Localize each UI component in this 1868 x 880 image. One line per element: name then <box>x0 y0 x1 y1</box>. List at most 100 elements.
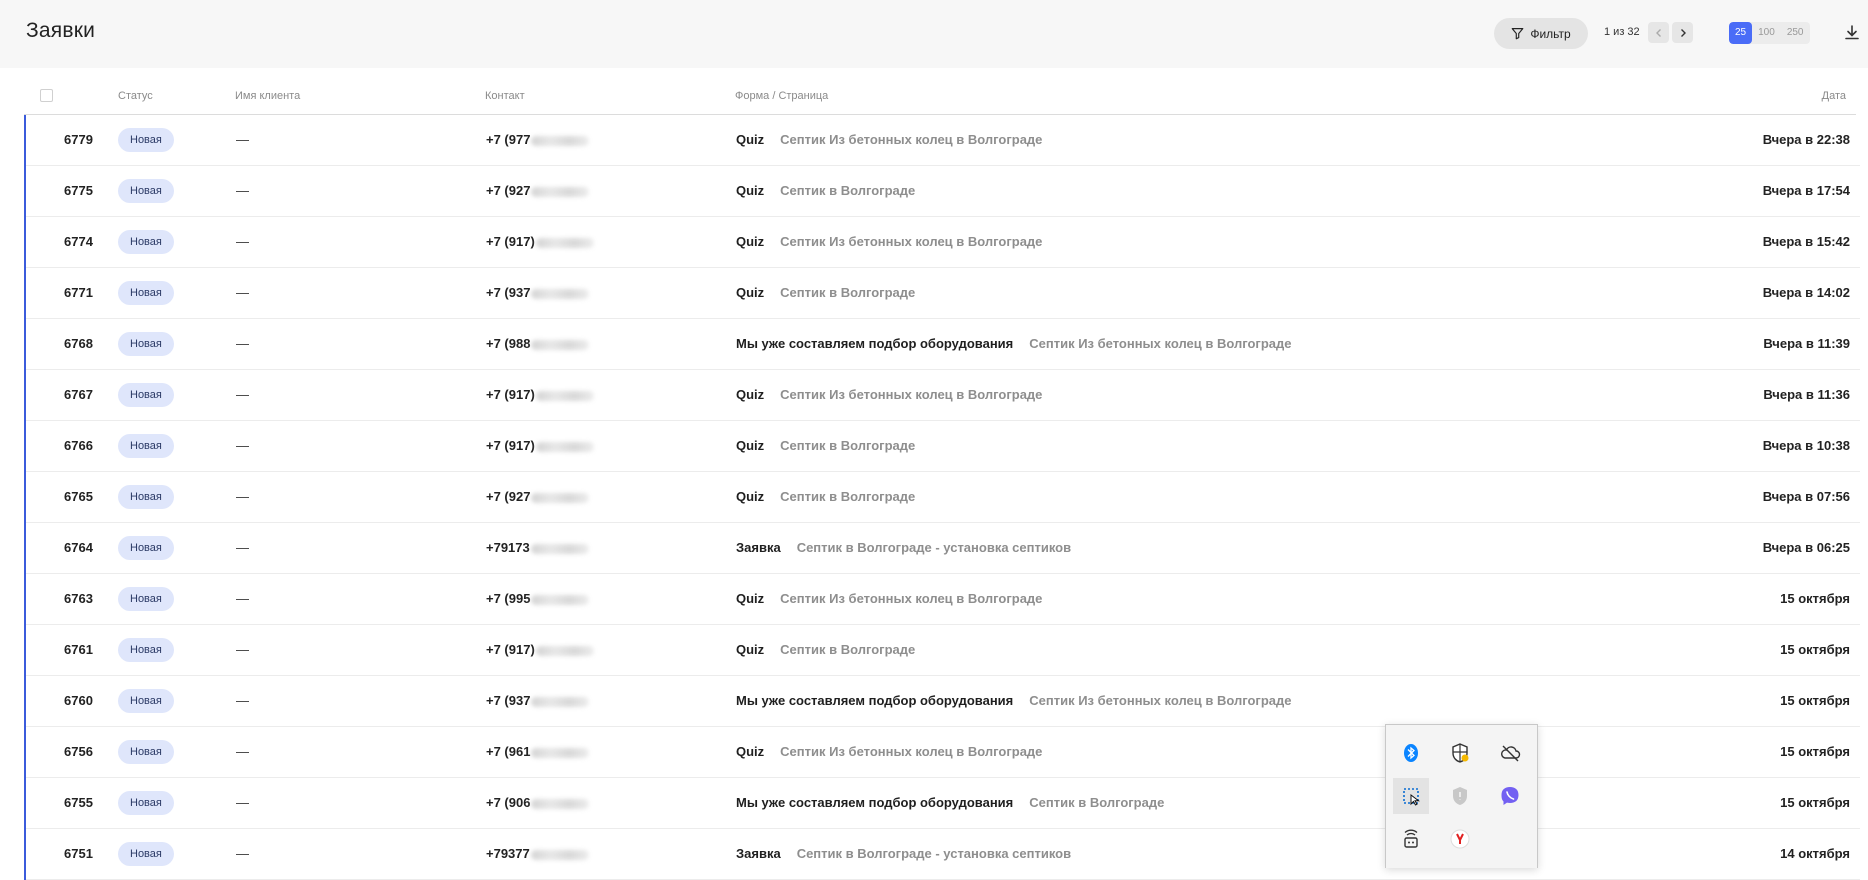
form-page: Quiz Септик Из бетонных колец в Волгоград… <box>736 727 1042 777</box>
table-row[interactable]: 6760 Новая — +7 (937 Мы уже составляем подбо… <box>26 676 1860 727</box>
table-row[interactable]: 6766 Новая — +7 (917) Quiz Септик в Волгоград… <box>26 421 1860 472</box>
column-client[interactable]: Имя клиента <box>235 90 300 102</box>
defender-icon[interactable] <box>1442 735 1478 771</box>
table-row[interactable]: 6761 Новая — +7 (917) Quiz Септик в Волгоград… <box>26 625 1860 676</box>
form-page: Quiz Септик Из бетонных колец в Волгоград… <box>736 574 1042 624</box>
form-page: Мы уже составляем подбор оборудования Сеп… <box>736 676 1292 726</box>
column-form[interactable]: Форма / Страница <box>735 90 828 102</box>
form-name: Мы уже составляем подбор оборудования <box>736 336 1014 351</box>
table-row[interactable]: 6751 Новая — +79377 Заявка Септик в Волгоград… <box>26 829 1860 880</box>
table-row[interactable]: 6768 Новая — +7 (988 Мы уже составляем подбо… <box>26 319 1860 370</box>
status-badge[interactable]: Новая <box>118 179 174 203</box>
viber-icon[interactable] <box>1492 778 1528 814</box>
status-badge[interactable]: Новая <box>118 485 174 509</box>
chevron-right-icon <box>1680 28 1686 37</box>
contact-phone: +7 (917) <box>486 217 594 267</box>
client-name: — <box>236 285 249 300</box>
bluetooth-icon[interactable] <box>1393 735 1429 771</box>
phone-redacted <box>531 747 590 758</box>
phone-visible: +7 (927 <box>486 489 531 504</box>
form-name: Заявка <box>736 540 781 555</box>
row-id: 6774 <box>64 234 93 249</box>
table-header: Статус Имя клиента Контакт Форма / Стран… <box>24 82 1856 115</box>
table-row[interactable]: 6765 Новая — +7 (927 Quiz Септик в Волгограде… <box>26 472 1860 523</box>
onedrive-icon[interactable] <box>1492 735 1528 771</box>
status-badge[interactable]: Новая <box>118 536 174 560</box>
status-badge[interactable]: Новая <box>118 332 174 356</box>
form-page: Заявка Септик в Волгограде - установка се… <box>736 829 1071 879</box>
client-name: — <box>236 846 249 861</box>
download-icon[interactable] <box>1843 24 1861 42</box>
table-row[interactable]: 6763 Новая — +7 (995 Quiz Септик Из бетонных … <box>26 574 1860 625</box>
contact-phone: +7 (906 <box>486 778 590 828</box>
filter-label: Фильтр <box>1530 26 1571 41</box>
page-name: Септик в Волгограде - установка септиков <box>796 846 1072 861</box>
yandex-browser-icon[interactable] <box>1442 821 1478 857</box>
snipping-tool-icon[interactable] <box>1393 778 1429 814</box>
client-name: — <box>236 795 249 810</box>
row-id: 6779 <box>64 132 93 147</box>
client-name: — <box>236 438 249 453</box>
phone-visible: +7 (937 <box>486 693 531 708</box>
system-tray-overflow <box>1385 724 1538 868</box>
client-name: — <box>236 132 249 147</box>
status-badge[interactable]: Новая <box>118 383 174 407</box>
page-size-selector: 25 100 250 <box>1729 22 1810 44</box>
prev-page-button[interactable] <box>1648 22 1669 43</box>
phone-redacted <box>531 186 590 197</box>
table-row[interactable]: 6779 Новая — +7 (977 Quiz Септик Из бетонных … <box>26 115 1860 166</box>
row-date: Вчера в 10:38 <box>1762 438 1850 453</box>
phone-redacted <box>531 339 590 350</box>
phone-redacted <box>531 492 590 503</box>
client-name: — <box>236 642 249 657</box>
phone-visible: +7 (927 <box>486 183 531 198</box>
contact-phone: +79377 <box>486 829 589 879</box>
row-date: 14 октября <box>1780 846 1850 861</box>
status-badge[interactable]: Новая <box>118 791 174 815</box>
form-name: Quiz <box>736 438 765 453</box>
page-name: Септик Из бетонных колец в Волгограде <box>1029 693 1292 708</box>
select-all-checkbox[interactable] <box>40 89 53 102</box>
page-size-250[interactable]: 250 <box>1781 22 1810 44</box>
table-row[interactable]: 6764 Новая — +79173 Заявка Септик в Волгоград… <box>26 523 1860 574</box>
table-row[interactable]: 6756 Новая — +7 (961 Quiz Септик Из бетонных … <box>26 727 1860 778</box>
table-row[interactable]: 6755 Новая — +7 (906 Мы уже составляем подбо… <box>26 778 1860 829</box>
table-row[interactable]: 6774 Новая — +7 (917) Quiz Септик Из бетонных… <box>26 217 1860 268</box>
filter-button[interactable]: Фильтр <box>1494 18 1588 49</box>
contact-phone: +7 (961 <box>486 727 590 777</box>
page-name: Септик в Волгограде - установка септиков <box>796 540 1072 555</box>
page-size-100[interactable]: 100 <box>1752 22 1781 44</box>
row-date: Вчера в 14:02 <box>1762 285 1850 300</box>
next-page-button[interactable] <box>1672 22 1693 43</box>
column-contact[interactable]: Контакт <box>485 90 525 102</box>
status-badge[interactable]: Новая <box>118 740 174 764</box>
status-badge[interactable]: Новая <box>118 230 174 254</box>
form-name: Мы уже составляем подбор оборудования <box>736 795 1014 810</box>
status-badge[interactable]: Новая <box>118 434 174 458</box>
network-device-icon[interactable] <box>1393 821 1429 857</box>
phone-redacted <box>531 798 590 809</box>
form-name: Quiz <box>736 285 765 300</box>
page-size-25[interactable]: 25 <box>1729 22 1753 44</box>
row-date: 15 октября <box>1780 744 1850 759</box>
contact-phone: +7 (927 <box>486 472 590 522</box>
status-badge[interactable]: Новая <box>118 128 174 152</box>
table-row[interactable]: 6775 Новая — +7 (927 Quiz Септик в Волгограде… <box>26 166 1860 217</box>
column-date[interactable]: Дата <box>1822 90 1846 102</box>
form-name: Quiz <box>736 744 765 759</box>
table-row[interactable]: 6771 Новая — +7 (937 Quiz Септик в Волгограде… <box>26 268 1860 319</box>
page-title: Заявки <box>26 19 96 42</box>
page-name: Септик в Волгограде <box>780 438 916 453</box>
table-row[interactable]: 6767 Новая — +7 (917) Quiz Септик Из бетонных… <box>26 370 1860 421</box>
security-shield-icon[interactable] <box>1442 778 1478 814</box>
page-name: Септик в Волгограде <box>780 489 916 504</box>
status-badge[interactable]: Новая <box>118 842 174 866</box>
status-badge[interactable]: Новая <box>118 638 174 662</box>
status-badge[interactable]: Новая <box>118 587 174 611</box>
form-page: Заявка Септик в Волгограде - установка се… <box>736 523 1071 573</box>
table-body: 6779 Новая — +7 (977 Quiz Септик Из бетонных … <box>24 115 1860 880</box>
status-badge[interactable]: Новая <box>118 689 174 713</box>
form-page: Quiz Септик Из бетонных колец в Волгоград… <box>736 217 1042 267</box>
status-badge[interactable]: Новая <box>118 281 174 305</box>
column-status[interactable]: Статус <box>118 90 153 102</box>
